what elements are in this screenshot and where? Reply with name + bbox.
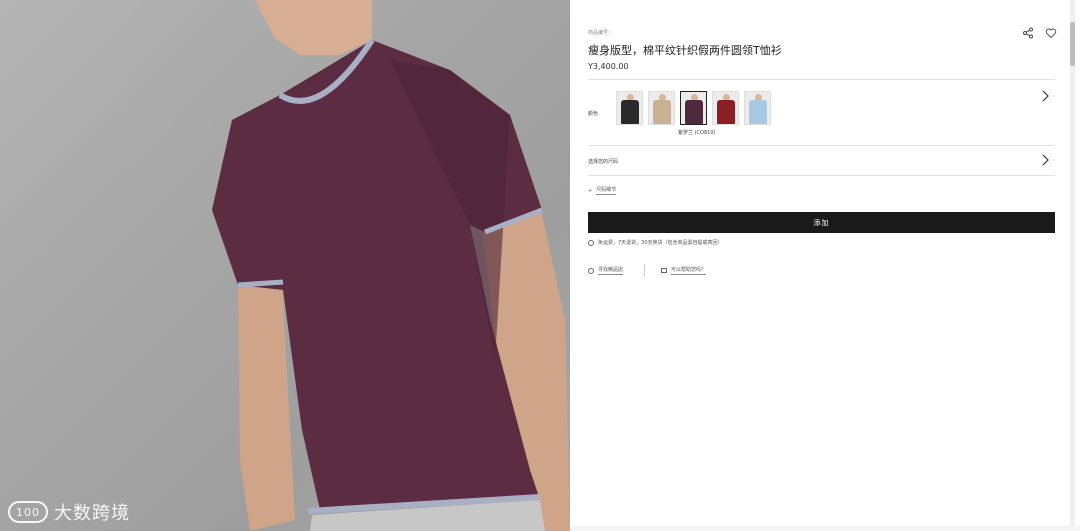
watermark-text: 大数跨境 xyxy=(54,503,130,524)
swatch-shirt xyxy=(653,100,671,124)
product-image: 100 大数跨境 xyxy=(0,0,570,531)
divider xyxy=(588,175,1055,176)
color-swatch-beige[interactable] xyxy=(648,91,675,125)
product-sku: 商品编号： xyxy=(588,30,614,36)
divider xyxy=(588,145,1055,146)
divider xyxy=(588,79,1055,80)
size-details-label: 尺码细节 xyxy=(596,187,617,195)
find-store-link[interactable]: 寻找精品店 xyxy=(588,266,624,275)
wishlist-heart-icon[interactable] xyxy=(1045,27,1057,39)
find-store-label: 寻找精品店 xyxy=(598,267,624,275)
add-to-cart-button[interactable]: 添加 xyxy=(588,212,1055,233)
color-swatch-red[interactable] xyxy=(712,91,739,125)
shipping-note-text: 免运费，7天退货，30天换货（包含商品需自提或寄回） xyxy=(598,240,723,246)
plus-icon: + xyxy=(588,187,593,194)
swatch-shirt xyxy=(685,100,703,124)
scrollbar-thumb[interactable] xyxy=(1070,22,1075,66)
link-separator xyxy=(644,264,645,277)
color-swatch-plum[interactable] xyxy=(680,91,707,125)
clock-icon xyxy=(588,239,594,246)
swatch-shirt xyxy=(717,100,735,124)
size-chevron-right-icon[interactable] xyxy=(1041,154,1049,166)
watermark-logo-icon: 100 xyxy=(8,501,48,523)
color-swatch-black[interactable] xyxy=(616,91,643,125)
swatch-shirt xyxy=(749,100,767,124)
product-details-panel: 商品编号： 瘦身版型，棉平纹针织假两件圆领T恤衫 Y3,400.00 颜色 紫罗… xyxy=(570,0,1075,531)
product-price: Y3,400.00 xyxy=(588,62,629,71)
swatch-shirt xyxy=(621,100,639,124)
shipping-note: 免运费，7天退货，30天换货（包含商品需自提或寄回） xyxy=(588,239,723,246)
bottom-status-strip xyxy=(570,526,1080,531)
help-label: 可以帮助您吗？ xyxy=(671,267,707,275)
color-label: 颜色 xyxy=(588,111,599,117)
size-selector[interactable]: 选择您的尺码 xyxy=(588,158,618,165)
color-swatch-light-blue[interactable] xyxy=(744,91,771,125)
chat-icon xyxy=(661,268,667,273)
size-details-link[interactable]: + 尺码细节 xyxy=(588,186,617,195)
product-photo xyxy=(212,0,570,531)
location-pin-icon xyxy=(588,267,594,274)
share-icon[interactable] xyxy=(1022,27,1034,39)
scrollbar[interactable] xyxy=(1070,0,1075,531)
help-link[interactable]: 可以帮助您吗？ xyxy=(661,266,707,275)
product-title: 瘦身版型，棉平纹针织假两件圆领T恤衫 xyxy=(588,44,782,57)
selected-color-caption: 紫罗兰 (CO810) xyxy=(678,130,716,136)
color-chevron-right-icon[interactable] xyxy=(1041,90,1049,102)
watermark: 100 大数跨境 xyxy=(8,499,130,525)
